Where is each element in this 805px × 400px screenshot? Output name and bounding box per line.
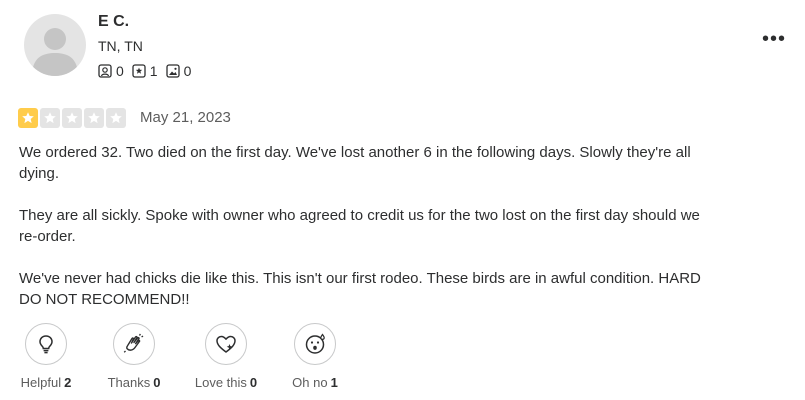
- reaction-bar: Helpful 2 Thanks 0 Love this 0 Oh no 1: [0, 323, 805, 393]
- helpful-label: Helpful: [20, 375, 62, 390]
- star-empty-icon: [84, 108, 104, 128]
- oh-no-label: Oh no: [292, 375, 328, 390]
- user-name[interactable]: E C.: [98, 13, 129, 31]
- helpful-button[interactable]: Helpful 2: [20, 323, 72, 390]
- review-paragraph: We've never had chicks die like this. Th…: [19, 270, 701, 308]
- friends-icon: [98, 64, 112, 78]
- heart-icon: [205, 323, 247, 365]
- thanks-count: 0: [153, 375, 161, 390]
- review-paragraph: They are all sickly. Spoke with owner wh…: [19, 207, 700, 245]
- star-rating: [18, 108, 128, 128]
- thanks-button[interactable]: Thanks 0: [106, 323, 162, 390]
- user-stats: 0 1 0: [98, 63, 199, 79]
- thanks-label: Thanks: [107, 375, 151, 390]
- star-empty-icon: [40, 108, 60, 128]
- love-this-count: 0: [249, 375, 258, 390]
- friends-stat: 0: [98, 63, 124, 79]
- love-this-label: Love this: [194, 375, 247, 390]
- star-empty-icon: [62, 108, 82, 128]
- lightbulb-icon: [25, 323, 67, 365]
- friends-count: 0: [116, 63, 124, 79]
- helpful-count: 2: [64, 375, 72, 390]
- reviews-count: 1: [149, 63, 158, 79]
- photos-count: 0: [183, 63, 192, 79]
- review-date: May 21, 2023: [140, 109, 231, 126]
- star-review-icon: [132, 64, 146, 78]
- star-filled-icon: [18, 108, 38, 128]
- photos-stat: 0: [165, 63, 192, 79]
- photo-icon: [165, 64, 180, 78]
- surprised-face-icon: [294, 323, 336, 365]
- review-text: We ordered 32. Two died on the first day…: [19, 142, 709, 331]
- love-this-button[interactable]: Love this 0: [192, 323, 260, 390]
- user-avatar[interactable]: [24, 14, 86, 76]
- review-paragraph: We ordered 32. Two died on the first day…: [19, 144, 691, 182]
- user-location: TN, TN: [98, 38, 143, 54]
- more-options-icon[interactable]: •••: [762, 28, 786, 51]
- clapping-hands-icon: [113, 323, 155, 365]
- reviews-stat: 1: [132, 63, 158, 79]
- oh-no-count: 1: [330, 375, 338, 390]
- oh-no-button[interactable]: Oh no 1: [287, 323, 343, 390]
- star-empty-icon: [106, 108, 126, 128]
